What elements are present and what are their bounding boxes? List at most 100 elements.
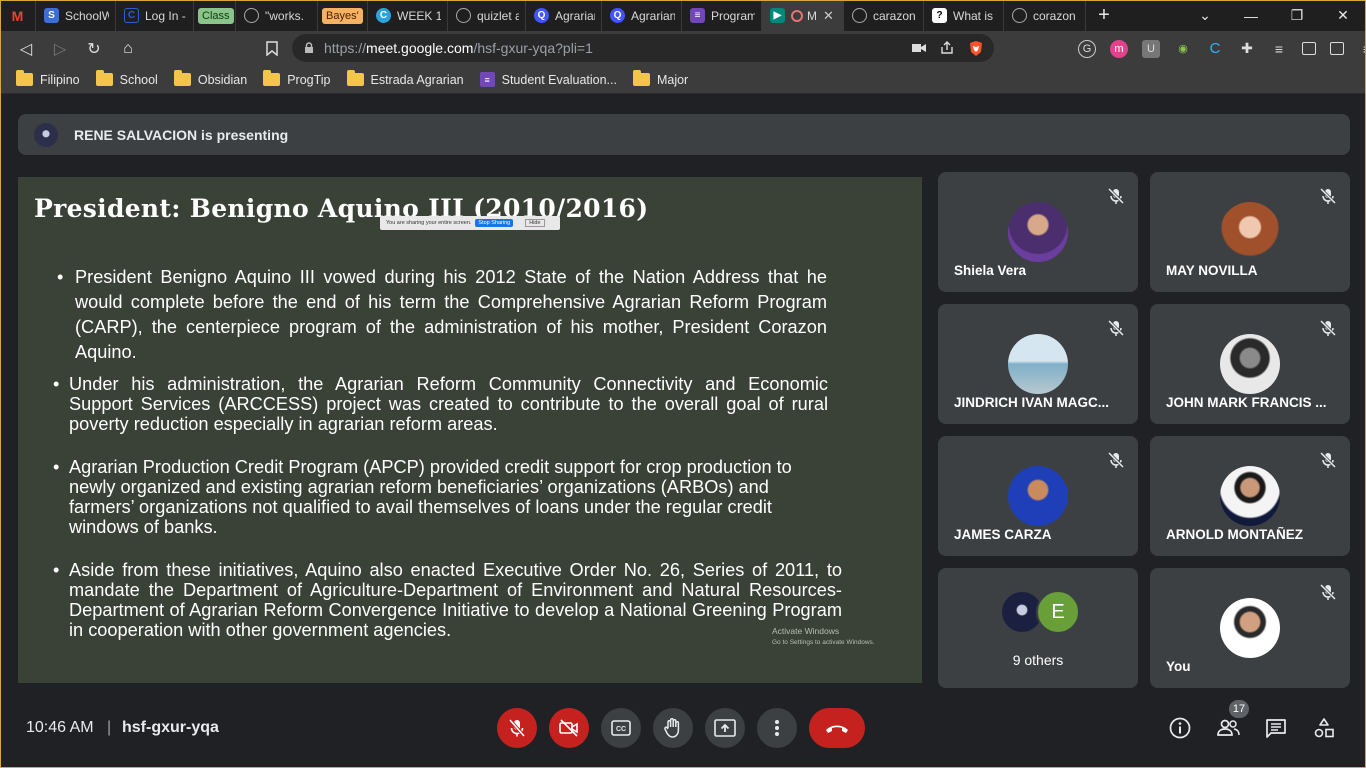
- tab-meet[interactable]: ▶ M ✕: [762, 0, 844, 31]
- ublock-icon[interactable]: U: [1142, 39, 1160, 58]
- tab-label: Agrarian: [555, 8, 595, 23]
- folder-icon: [16, 70, 33, 86]
- tab-schoolw[interactable]: S SchoolW: [36, 0, 116, 31]
- bookmark-label: Major: [656, 72, 689, 87]
- forms-icon: ≡: [690, 8, 705, 23]
- participant-tile[interactable]: JOHN MARK FRANCIS ...: [1150, 304, 1350, 424]
- activate-windows-watermark: Activate Windows Go to Settings to activ…: [772, 626, 875, 648]
- forward-button[interactable]: ▷: [44, 35, 76, 63]
- bookmark-icon[interactable]: [256, 35, 288, 63]
- tab-program[interactable]: ≡ Program: [682, 0, 762, 31]
- more-options-button[interactable]: [757, 708, 797, 748]
- menu-icon[interactable]: ≡: [1358, 40, 1366, 58]
- tab-class[interactable]: Class: [194, 0, 236, 31]
- tab-gmail[interactable]: M: [0, 0, 36, 31]
- share-icon[interactable]: [940, 41, 954, 55]
- camera-off-icon: [559, 719, 578, 737]
- restore-button[interactable]: ❐: [1274, 0, 1320, 31]
- avatar: [1008, 202, 1068, 262]
- extension-icon[interactable]: G: [1078, 39, 1096, 58]
- bookmark-folder[interactable]: School: [95, 70, 158, 87]
- tab-label: quizlet a: [477, 8, 519, 23]
- clock: 10:46 AM: [26, 719, 94, 736]
- others-count: 9 others: [1012, 652, 1064, 668]
- bookmark-folder[interactable]: Major: [632, 70, 689, 87]
- question-icon: ?: [932, 8, 947, 23]
- address-bar[interactable]: https://meet.google.com/hsf-gxur-yqa?pli…: [292, 34, 994, 62]
- participant-tile[interactable]: Shiela Vera: [938, 172, 1138, 292]
- folder-icon: [95, 70, 113, 86]
- activities-icon: [1314, 718, 1334, 738]
- reload-button[interactable]: ↻: [78, 35, 110, 63]
- sidebar-icon[interactable]: [1302, 42, 1316, 55]
- present-now-button[interactable]: [705, 708, 745, 748]
- chat-button[interactable]: [1262, 714, 1290, 742]
- more-vert-icon: [775, 720, 779, 736]
- camera-icon[interactable]: [912, 43, 926, 53]
- brave-shield-icon[interactable]: [968, 40, 984, 57]
- tab-week14[interactable]: C WEEK 14: [368, 0, 448, 31]
- meeting-details-button[interactable]: [1166, 714, 1194, 742]
- tab-works[interactable]: "works.: [236, 0, 318, 31]
- bookmark-label: Filipino: [40, 72, 80, 87]
- puzzle-icon[interactable]: ✚: [1238, 40, 1256, 58]
- participant-tile[interactable]: MAY NOVILLA: [1150, 172, 1350, 292]
- recording-icon: [791, 9, 803, 22]
- raise-hand-button[interactable]: [653, 708, 693, 748]
- tab-corazon[interactable]: corazon: [1004, 0, 1086, 31]
- stop-sharing-button[interactable]: Stop Sharing: [475, 219, 514, 227]
- canva-icon: C: [376, 8, 391, 23]
- slide-bullet: Under his administration, the Agrarian R…: [53, 374, 828, 434]
- close-icon[interactable]: ✕: [823, 8, 834, 24]
- playlist-icon[interactable]: ≡: [1270, 40, 1288, 58]
- minimize-button[interactable]: —: [1228, 0, 1274, 31]
- back-button[interactable]: ◁: [10, 35, 42, 63]
- avatar: [1008, 334, 1068, 394]
- folder-icon: [632, 70, 650, 86]
- home-button[interactable]: ⌂: [112, 35, 144, 63]
- bookmark-link[interactable]: ≡ Student Evaluation...: [479, 72, 617, 87]
- camera-toggle-button[interactable]: [549, 708, 589, 748]
- tab-agrarian-1[interactable]: Q Agrarian: [526, 0, 602, 31]
- window-close-button[interactable]: ✕: [1320, 0, 1366, 31]
- tab-what-is[interactable]: ? What is: [924, 0, 1004, 31]
- participant-tile[interactable]: JINDRICH IVAN MAGC...: [938, 304, 1138, 424]
- tab-label: "works.: [265, 8, 304, 23]
- participant-tile[interactable]: ARNOLD MONTAÑEZ: [1150, 436, 1350, 556]
- self-tile[interactable]: You: [1150, 568, 1350, 688]
- mic-toggle-button[interactable]: [497, 708, 537, 748]
- bookmark-label: School: [119, 72, 158, 87]
- watermark-subtitle: Go to Settings to activate Windows.: [772, 639, 875, 646]
- captions-button[interactable]: CC: [601, 708, 641, 748]
- tab-label: WEEK 14: [397, 8, 441, 23]
- people-button[interactable]: [1214, 714, 1242, 742]
- avatar: [1220, 334, 1280, 394]
- tab-agrarian-2[interactable]: Q Agrarian: [602, 0, 682, 31]
- tab-quizlet-search[interactable]: quizlet a: [448, 0, 526, 31]
- bookmark-folder[interactable]: Obsidian: [173, 70, 247, 87]
- tab-search-chevron-icon[interactable]: ⌄: [1182, 0, 1228, 31]
- activities-button[interactable]: [1310, 714, 1338, 742]
- meeting-controls-bar: 10:46 AM | hsf-gxur-yqa CC 17: [0, 700, 1366, 768]
- new-tab-button[interactable]: +: [1086, 0, 1122, 31]
- participant-name: JAMES CARZA: [954, 527, 1052, 542]
- mic-off-icon: [1318, 186, 1338, 206]
- extension-icon[interactable]: m: [1110, 39, 1128, 58]
- tab-bayes[interactable]: Bayes': [318, 0, 368, 31]
- extension-icon[interactable]: ◉: [1174, 40, 1192, 58]
- bookmarks-bar: Filipino School Obsidian ProgTip Estrada…: [0, 66, 1366, 94]
- bookmark-folder[interactable]: Filipino: [16, 70, 80, 87]
- bookmark-folder[interactable]: Estrada Agrarian: [346, 70, 464, 87]
- participant-tile[interactable]: JAMES CARZA: [938, 436, 1138, 556]
- tab-login[interactable]: C Log In -: [116, 0, 194, 31]
- people-icon: [1217, 719, 1240, 736]
- wallet-icon[interactable]: [1330, 42, 1344, 55]
- leave-call-button[interactable]: [809, 708, 865, 748]
- bookmark-folder[interactable]: ProgTip: [263, 70, 331, 87]
- mic-off-icon: [1318, 318, 1338, 338]
- hide-banner-button[interactable]: Hide: [525, 219, 545, 227]
- mic-off-icon: [1318, 582, 1338, 602]
- tab-carazon[interactable]: carazon: [844, 0, 924, 31]
- extension-icon[interactable]: C: [1206, 40, 1224, 58]
- others-tile[interactable]: E 9 others: [938, 568, 1138, 688]
